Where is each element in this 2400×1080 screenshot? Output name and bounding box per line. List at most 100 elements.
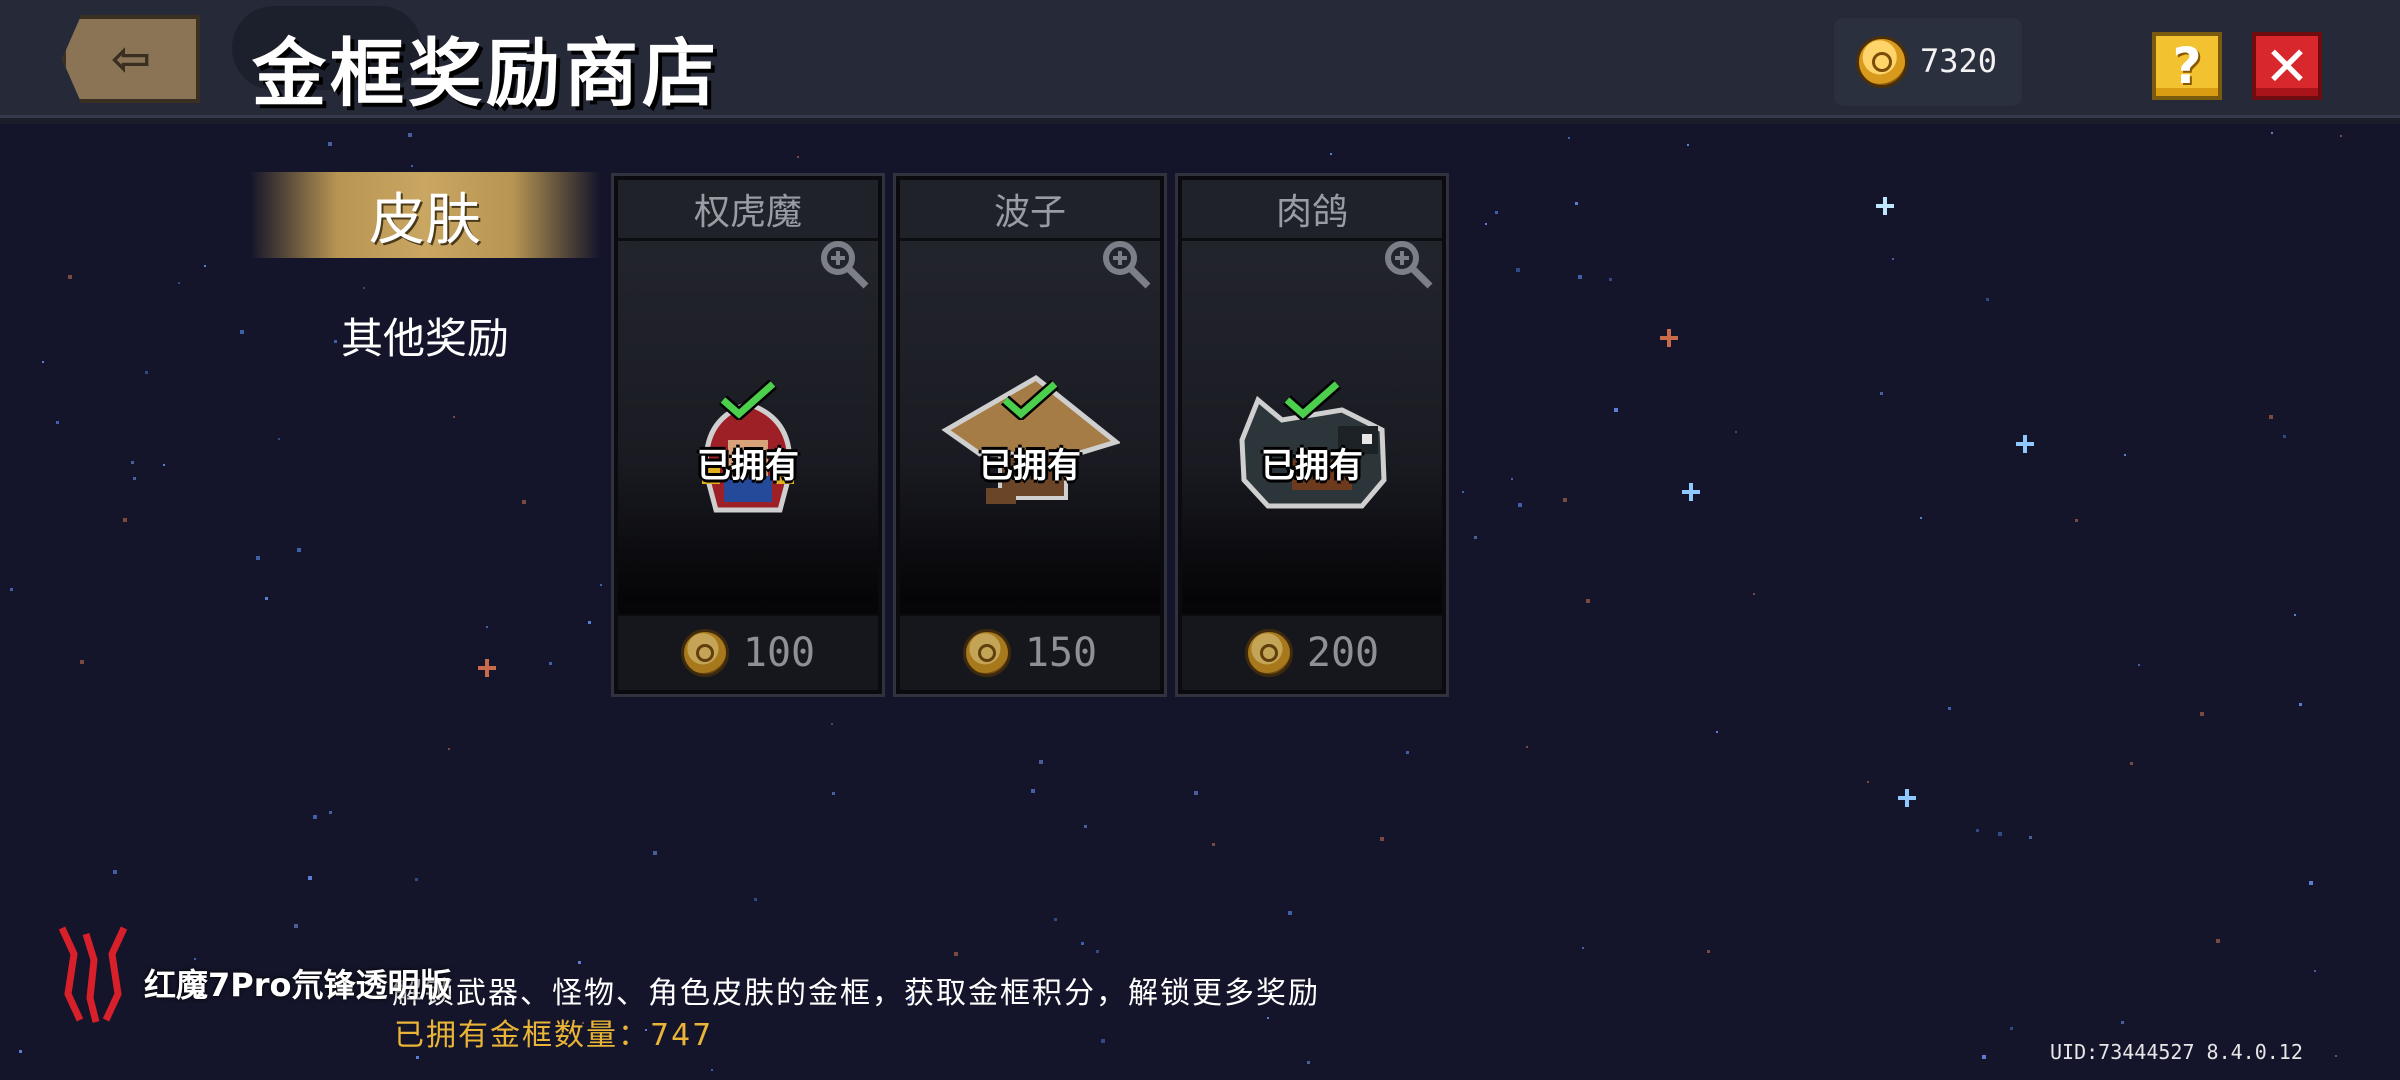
star bbox=[416, 1056, 419, 1059]
star bbox=[831, 723, 833, 725]
price-row: 100 bbox=[618, 614, 878, 690]
star bbox=[133, 477, 136, 480]
star bbox=[600, 584, 602, 586]
coin-icon bbox=[1244, 629, 1293, 677]
tab-skins[interactable]: 皮肤 bbox=[250, 172, 600, 258]
star bbox=[1575, 202, 1578, 205]
star bbox=[578, 961, 581, 964]
star bbox=[2124, 454, 2126, 456]
owned-label: 已拥有 bbox=[1261, 446, 1363, 486]
bright-star bbox=[478, 659, 496, 677]
star bbox=[10, 588, 13, 591]
star bbox=[2294, 614, 2296, 616]
star bbox=[1707, 950, 1710, 953]
star bbox=[1288, 911, 1292, 915]
check-icon bbox=[1001, 380, 1059, 420]
star bbox=[2075, 519, 2078, 522]
star bbox=[131, 461, 134, 464]
star bbox=[1096, 950, 1099, 953]
star bbox=[163, 464, 165, 466]
star bbox=[1406, 751, 1409, 754]
coin-icon bbox=[1856, 36, 1908, 88]
star bbox=[2269, 415, 2273, 419]
star bbox=[448, 748, 450, 750]
coin-balance: 7320 bbox=[1834, 18, 2022, 106]
card-price: 200 bbox=[1306, 630, 1380, 676]
bright-star bbox=[1876, 197, 1894, 215]
star bbox=[1998, 832, 2002, 836]
star bbox=[1920, 517, 1922, 519]
red-magic-logo bbox=[58, 926, 128, 1023]
star bbox=[145, 371, 148, 374]
price-row: 200 bbox=[1182, 614, 1442, 690]
star bbox=[1511, 478, 1513, 480]
star bbox=[265, 597, 268, 600]
star bbox=[2271, 132, 2273, 134]
page-title: 金框奖励商店 bbox=[252, 31, 720, 117]
star bbox=[453, 416, 455, 418]
star bbox=[240, 330, 244, 334]
star bbox=[1614, 408, 1618, 412]
price-row: 150 bbox=[900, 614, 1160, 690]
star bbox=[204, 265, 206, 267]
star bbox=[1976, 829, 1979, 832]
owned-label: 已拥有 bbox=[979, 446, 1081, 486]
owned-label: 已拥有 bbox=[697, 446, 799, 486]
back-button[interactable]: ⇦ bbox=[62, 15, 200, 103]
star bbox=[1892, 258, 1894, 260]
star bbox=[56, 421, 59, 424]
bright-star bbox=[1898, 789, 1916, 807]
star bbox=[1212, 843, 1215, 846]
star bbox=[2130, 762, 2133, 765]
star bbox=[754, 898, 757, 901]
star bbox=[1054, 918, 1057, 921]
reward-card[interactable]: 肉鸽 已拥有 200 bbox=[1178, 176, 1446, 694]
star bbox=[1687, 144, 1689, 146]
star bbox=[549, 662, 552, 665]
star bbox=[1084, 825, 1087, 828]
close-button[interactable]: ✕ bbox=[2252, 32, 2322, 100]
bright-star bbox=[1660, 329, 1678, 347]
star bbox=[954, 952, 958, 956]
star bbox=[80, 660, 84, 664]
star bbox=[408, 133, 412, 137]
star bbox=[294, 924, 298, 928]
zoom-icon[interactable] bbox=[1380, 236, 1436, 292]
card-price: 100 bbox=[742, 630, 816, 676]
zoom-icon[interactable] bbox=[1098, 236, 1154, 292]
star bbox=[1586, 599, 1590, 603]
star bbox=[2121, 1021, 2124, 1024]
star bbox=[1101, 1039, 1105, 1043]
star bbox=[1526, 746, 1528, 748]
star bbox=[588, 621, 591, 624]
bright-star bbox=[1682, 483, 1700, 501]
tab-other-rewards[interactable]: 其他奖励 bbox=[250, 300, 600, 370]
coin-amount: 7320 bbox=[1920, 42, 1998, 80]
device-watermark: 红魔7Pro氘锋透明版 bbox=[144, 966, 452, 1004]
star bbox=[832, 792, 835, 795]
star bbox=[1518, 503, 1522, 507]
star bbox=[1495, 211, 1498, 214]
reward-card[interactable]: 权虎魔 已拥有 100 bbox=[614, 176, 882, 694]
star bbox=[1568, 137, 1570, 139]
star bbox=[113, 870, 117, 874]
star bbox=[2314, 970, 2316, 972]
star bbox=[415, 878, 418, 881]
coin-icon bbox=[962, 629, 1011, 677]
star bbox=[2309, 881, 2313, 885]
star bbox=[522, 500, 526, 504]
star bbox=[2335, 1055, 2337, 1057]
star bbox=[2010, 1027, 2013, 1030]
reward-card[interactable]: 波子 已拥有 150 bbox=[896, 176, 1164, 694]
help-button[interactable]: ? bbox=[2152, 32, 2222, 100]
zoom-icon[interactable] bbox=[816, 236, 872, 292]
star bbox=[1380, 837, 1384, 841]
star bbox=[1031, 789, 1035, 793]
star bbox=[1474, 536, 1477, 539]
check-icon bbox=[719, 380, 777, 420]
bright-star bbox=[2016, 435, 2034, 453]
star bbox=[1164, 366, 1167, 369]
star bbox=[1307, 1061, 1310, 1064]
star bbox=[1330, 153, 1332, 155]
star bbox=[1582, 947, 1584, 949]
